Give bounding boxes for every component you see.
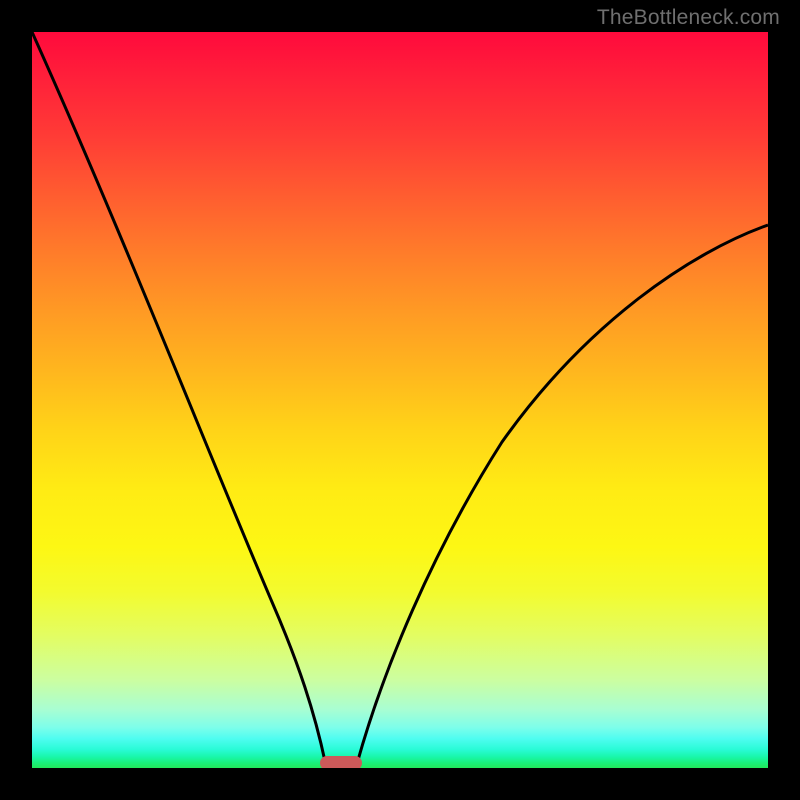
optimum-marker — [320, 756, 362, 768]
left-curve-path — [32, 32, 326, 768]
curve-layer — [32, 32, 768, 768]
plot-area — [32, 32, 768, 768]
watermark-text: TheBottleneck.com — [597, 6, 780, 30]
right-curve-path — [356, 225, 768, 768]
chart-canvas: TheBottleneck.com — [0, 0, 800, 800]
